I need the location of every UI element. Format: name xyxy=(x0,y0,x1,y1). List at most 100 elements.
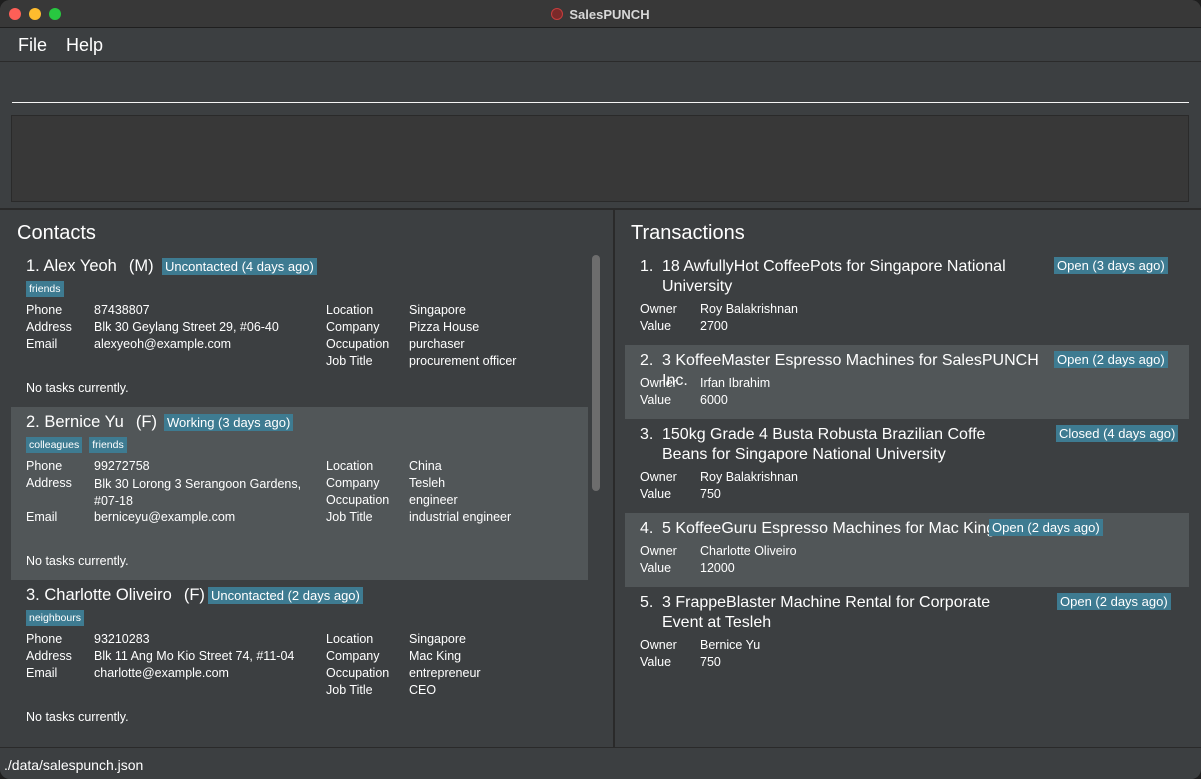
location-value: Singapore xyxy=(409,303,466,317)
transaction-card[interactable]: 1. 18 AwfullyHot CoffeePots for Singapor… xyxy=(625,251,1189,345)
occupation-value: engineer xyxy=(409,493,458,507)
contact-gender: (M) xyxy=(128,257,154,275)
tasks-text: No tasks currently. xyxy=(26,710,129,724)
transaction-status-badge: Open (2 days ago) xyxy=(989,519,1103,536)
transactions-title: Transactions xyxy=(631,222,745,244)
contacts-title: Contacts xyxy=(17,222,96,244)
command-input[interactable] xyxy=(12,72,1189,103)
menu-file[interactable]: File xyxy=(18,35,47,56)
tag-label: neighbours xyxy=(26,610,84,626)
location-value: China xyxy=(409,459,442,473)
transaction-status-badge: Open (2 days ago) xyxy=(1057,593,1171,610)
transaction-card[interactable]: 3. 150kg Grade 4 Busta Robusta Brazilian… xyxy=(625,419,1189,513)
value-label: Value xyxy=(640,319,672,333)
contact-index: 3. xyxy=(26,586,40,604)
panel-divider xyxy=(613,210,615,747)
owner-label: Owner xyxy=(640,470,677,484)
tasks-text: No tasks currently. xyxy=(26,554,129,568)
phone-value: 99272758 xyxy=(94,459,150,473)
status-bar: ./data/salespunch.json xyxy=(0,747,1201,779)
address-value: Blk 11 Ang Mo Kio Street 74, #11-04 xyxy=(94,649,295,663)
menu-help[interactable]: Help xyxy=(66,35,103,56)
email-value: charlotte@example.com xyxy=(94,666,229,680)
transaction-index: 5. xyxy=(640,594,654,611)
address-value: Blk 30 Geylang Street 29, #06-40 xyxy=(94,320,279,334)
phone-label: Phone xyxy=(26,303,63,317)
contacts-scrollbar-thumb[interactable] xyxy=(592,255,600,491)
company-label: Company xyxy=(326,320,380,334)
owner-value: Charlotte Oliveiro xyxy=(700,544,797,558)
owner-value: Roy Balakrishnan xyxy=(700,470,798,484)
contact-name: 3. Charlotte Oliveiro (F) xyxy=(26,586,205,605)
contact-name-text: Bernice Yu xyxy=(44,413,124,431)
jobtitle-label: Job Title xyxy=(326,683,373,697)
tag-label: friends xyxy=(26,281,64,297)
contact-status-badge: Working (3 days ago) xyxy=(164,414,294,431)
value-amount: 6000 xyxy=(700,393,728,407)
transaction-card[interactable]: 2. 3 KoffeeMaster Espresso Machines for … xyxy=(625,345,1189,419)
owner-label: Owner xyxy=(640,638,677,652)
title-bar: SalesPUNCH xyxy=(0,0,1201,28)
company-label: Company xyxy=(326,649,380,663)
transaction-title: 3. 150kg Grade 4 Busta Robusta Brazilian… xyxy=(640,425,1035,465)
transaction-card[interactable]: 4. 5 KoffeeGuru Espresso Machines for Ma… xyxy=(625,513,1189,587)
address-label: Address xyxy=(26,320,72,334)
contact-card[interactable]: 2. Bernice Yu (F) Working (3 days ago) co… xyxy=(11,407,588,580)
transaction-title: 5. 3 FrappeBlaster Machine Rental for Co… xyxy=(640,593,1035,633)
transaction-title: 1. 18 AwfullyHot CoffeePots for Singapor… xyxy=(640,257,1035,297)
occupation-label: Occupation xyxy=(326,493,390,507)
contacts-list[interactable]: 1. Alex Yeoh (M) Uncontacted (4 days ago)… xyxy=(11,251,588,739)
owner-value: Bernice Yu xyxy=(700,638,761,652)
email-label: Email xyxy=(26,510,58,524)
transaction-index: 4. xyxy=(640,520,654,537)
app-logo-icon xyxy=(551,8,564,20)
tag-label: friends xyxy=(89,437,127,453)
owner-value: Irfan Ibrahim xyxy=(700,376,771,390)
contact-card[interactable]: 3. Charlotte Oliveiro (F) Uncontacted (2 … xyxy=(11,580,588,739)
owner-value: Roy Balakrishnan xyxy=(700,302,798,316)
jobtitle-label: Job Title xyxy=(326,510,373,524)
menu-bar: File Help xyxy=(0,28,1201,62)
jobtitle-value: CEO xyxy=(409,683,437,697)
contact-tags: friends xyxy=(26,281,64,297)
location-label: Location xyxy=(326,303,374,317)
company-value: Tesleh xyxy=(409,476,446,490)
value-label: Value xyxy=(640,393,672,407)
app-window: SalesPUNCH File Help Contacts 1. Alex Ye… xyxy=(0,0,1201,779)
transaction-index: 1. xyxy=(640,258,654,275)
contact-status-badge: Uncontacted (4 days ago) xyxy=(162,258,317,275)
transaction-index: 3. xyxy=(640,426,654,443)
transaction-index: 2. xyxy=(640,352,654,369)
tasks-text: No tasks currently. xyxy=(26,381,129,395)
contact-index: 1. xyxy=(26,257,40,275)
owner-label: Owner xyxy=(640,302,677,316)
occupation-value: purchaser xyxy=(409,337,465,351)
phone-value: 93210283 xyxy=(94,632,150,646)
location-label: Location xyxy=(326,459,374,473)
window-title: SalesPUNCH xyxy=(569,6,650,22)
occupation-label: Occupation xyxy=(326,666,390,680)
transaction-status-badge: Open (2 days ago) xyxy=(1054,351,1168,368)
value-amount: 750 xyxy=(700,487,721,501)
transaction-status-badge: Closed (4 days ago) xyxy=(1056,425,1179,442)
company-value: Mac King xyxy=(409,649,462,663)
phone-label: Phone xyxy=(26,459,63,473)
email-label: Email xyxy=(26,337,58,351)
value-label: Value xyxy=(640,561,672,575)
email-value: alexyeoh@example.com xyxy=(94,337,232,351)
value-amount: 12000 xyxy=(700,561,735,575)
jobtitle-label: Job Title xyxy=(326,354,373,368)
contact-tags: neighbours xyxy=(26,610,84,626)
contact-name: 1. Alex Yeoh (M) xyxy=(26,257,154,276)
contact-name: 2. Bernice Yu (F) xyxy=(26,413,157,432)
company-label: Company xyxy=(326,476,380,490)
transaction-card[interactable]: 5. 3 FrappeBlaster Machine Rental for Co… xyxy=(625,587,1189,681)
company-value: Pizza House xyxy=(409,320,480,334)
occupation-value: entrepreneur xyxy=(409,666,481,680)
value-label: Value xyxy=(640,487,672,501)
data-file-path: ./data/salespunch.json xyxy=(4,757,144,773)
contact-status-badge: Uncontacted (2 days ago) xyxy=(208,587,363,604)
contact-card[interactable]: 1. Alex Yeoh (M) Uncontacted (4 days ago)… xyxy=(11,251,588,407)
location-label: Location xyxy=(326,632,374,646)
owner-label: Owner xyxy=(640,376,677,390)
